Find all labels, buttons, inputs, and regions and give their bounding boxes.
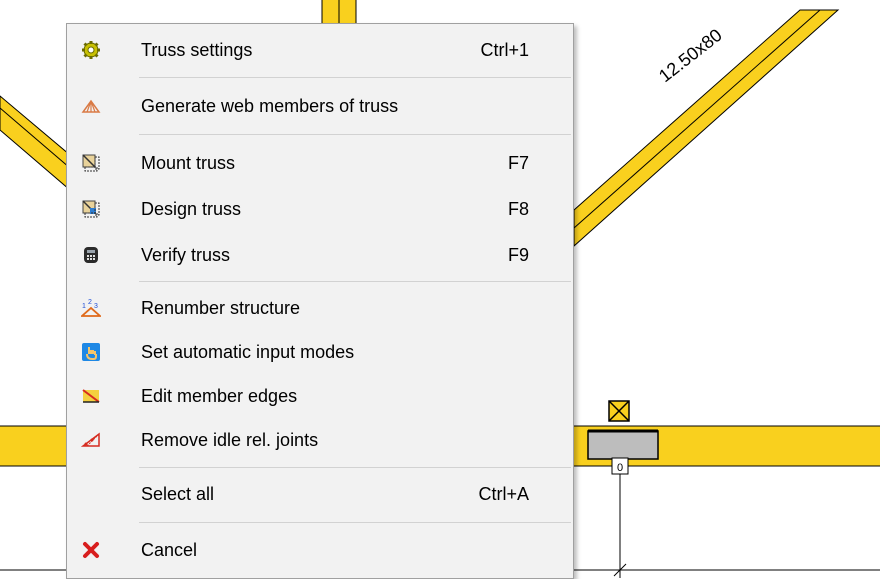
menu-item-label: Mount truss: [141, 152, 236, 173]
gear-icon: [82, 41, 100, 59]
menu-item-edit-member-edges[interactable]: Edit member edges: [69, 374, 571, 418]
menu-separator: [139, 134, 571, 135]
menu-item-shortcut: F8: [507, 198, 529, 219]
svg-text:1: 1: [82, 303, 86, 310]
context-menu: Truss settings Ctrl+1 Generate web membe…: [66, 23, 574, 579]
svg-text:2: 2: [88, 299, 92, 306]
menu-item-label: Select all: [141, 483, 215, 504]
edit-edges-icon: [82, 389, 100, 403]
hand-cursor-icon: [82, 343, 100, 361]
cancel-x-icon: [83, 542, 99, 558]
menu-item-shortcut: Ctrl+1: [480, 39, 529, 60]
menu-item-label: Renumber structure: [141, 297, 301, 318]
menu-separator: [139, 281, 571, 282]
left-diagonal-member[interactable]: [0, 95, 71, 192]
menu-item-renumber-structure[interactable]: 1 2 3 Renumber structure: [69, 286, 571, 330]
design-truss-icon: [82, 200, 100, 218]
menu-separator: [139, 522, 571, 523]
menu-item-label: Design truss: [141, 198, 242, 219]
support-plate[interactable]: [587, 430, 659, 460]
menu-item-cancel[interactable]: Cancel: [69, 528, 571, 572]
menu-separator: [139, 77, 571, 78]
svg-text:3: 3: [94, 303, 98, 310]
menu-item-label: Generate web members of truss: [141, 95, 399, 116]
menu-item-truss-settings[interactable]: Truss settings Ctrl+1: [69, 28, 571, 72]
menu-item-verify-truss[interactable]: Verify truss F9: [69, 233, 571, 277]
support-node-label: 0: [617, 462, 623, 474]
menu-item-shortcut: F9: [507, 244, 529, 265]
menu-item-label: Remove idle rel. joints: [141, 429, 319, 450]
menu-item-label: Cancel: [141, 539, 198, 560]
menu-separator: [139, 467, 571, 468]
truss-generate-icon: [81, 99, 101, 113]
renumber-icon: 1 2 3: [81, 299, 101, 317]
menu-item-label: Verify truss: [141, 244, 231, 265]
menu-item-label: Set automatic input modes: [141, 341, 355, 362]
menu-item-shortcut: F7: [507, 152, 529, 173]
menu-item-remove-idle-joints[interactable]: Remove idle rel. joints: [69, 418, 571, 462]
menu-item-label: Edit member edges: [141, 385, 298, 406]
remove-joints-icon: [81, 432, 100, 447]
menu-item-set-automatic-input-modes[interactable]: Set automatic input modes: [69, 330, 571, 374]
menu-item-design-truss[interactable]: Design truss F8: [69, 187, 571, 231]
calculator-icon: [84, 247, 98, 263]
menu-item-label: Truss settings: [141, 39, 253, 60]
menu-item-generate-web-members[interactable]: Generate web members of truss: [69, 84, 571, 128]
menu-item-shortcut: Ctrl+A: [478, 483, 529, 504]
menu-item-select-all[interactable]: Select all Ctrl+A: [69, 472, 571, 516]
mount-truss-icon: [82, 154, 100, 172]
menu-item-mount-truss[interactable]: Mount truss F7: [69, 141, 571, 185]
